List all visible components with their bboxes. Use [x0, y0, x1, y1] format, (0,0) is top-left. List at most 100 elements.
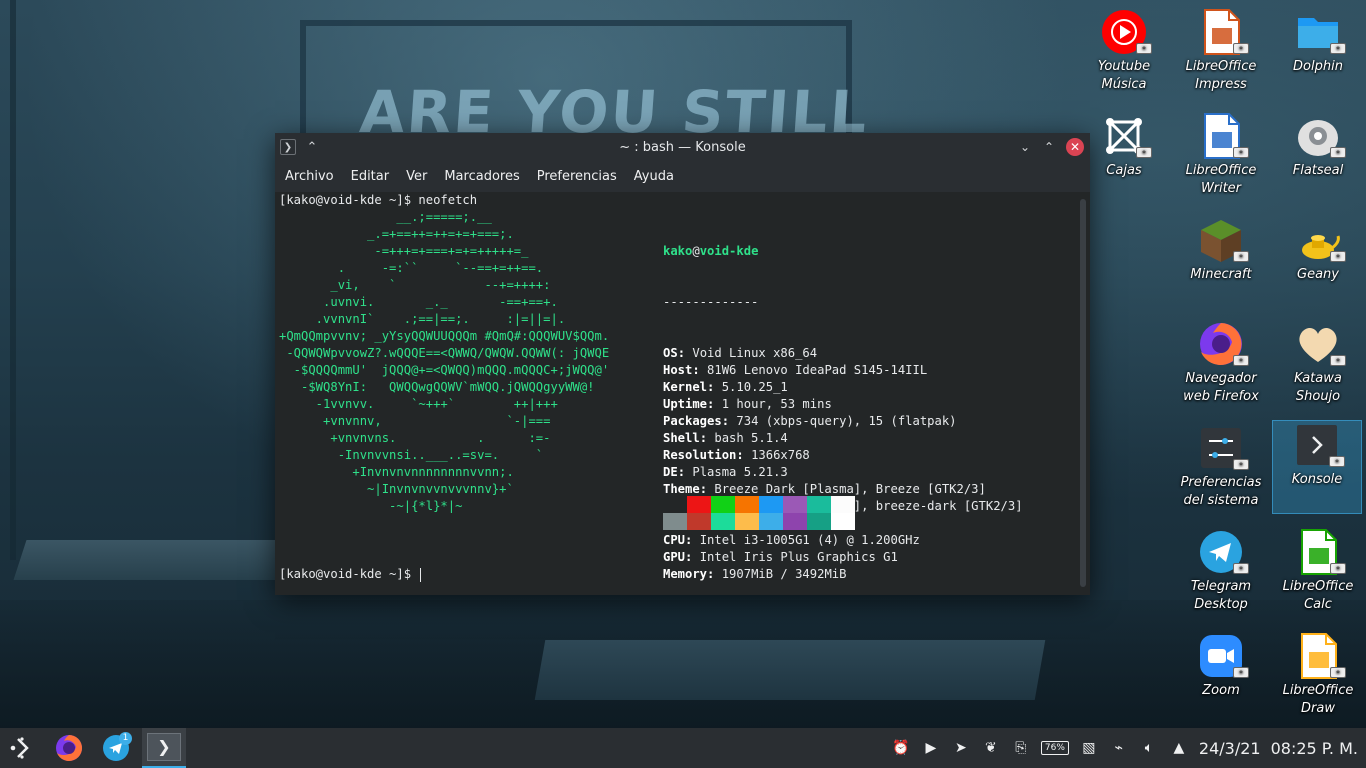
- desktop-icon-flatseal[interactable]: ⚭ Flatseal: [1275, 112, 1361, 180]
- ascii-line: -1vvnvv. `~+++` ++|+++: [279, 397, 558, 411]
- palette-swatch: [735, 513, 759, 530]
- text-cursor: [420, 567, 422, 582]
- info-line-memory: Memory: 1907MiB / 3492MiB: [663, 567, 847, 581]
- neofetch-info: kako@void-kde ------------- OS: Void Lin…: [663, 209, 1023, 617]
- ascii-line: . -=:`` `--==+=++==.: [279, 261, 544, 275]
- menu-archivo[interactable]: Archivo: [279, 169, 340, 184]
- link-emblem-icon: ⚭: [1233, 251, 1249, 262]
- clock-date[interactable]: 24/3/21: [1199, 739, 1261, 758]
- desktop-icon-cajas[interactable]: ⚭ Cajas: [1081, 112, 1167, 180]
- geany-icon: ⚭: [1294, 216, 1346, 264]
- desktop-icon-libreoffice-writer[interactable]: ⚭ LibreOffice Writer: [1178, 112, 1264, 198]
- application-launcher-button[interactable]: [0, 728, 44, 768]
- ascii-line: ~|Invnvnvvnvvvnnv}+`: [279, 482, 514, 496]
- desktop-icon-dolphin[interactable]: ⚭ Dolphin: [1275, 8, 1361, 76]
- zoom-camera-icon: ⚭: [1197, 632, 1249, 680]
- ascii-line: -~|{*l}*|~: [279, 499, 463, 513]
- desktop-icon-telegram[interactable]: ⚭ Telegram Desktop: [1178, 528, 1264, 614]
- info-line-resolution: Resolution: 1366x768: [663, 448, 810, 462]
- desktop-icon-firefox[interactable]: ⚭ Navegador web Firefox: [1178, 320, 1264, 406]
- desktop-icon-libreoffice-draw[interactable]: ⚭ LibreOffice Draw: [1275, 632, 1361, 718]
- window-titlebar[interactable]: ❯ ⌃ ~ : bash — Konsole ⌄ ⌃ ✕: [275, 133, 1090, 161]
- desktop-icon-label: LibreOffice Calc: [1282, 579, 1354, 612]
- taskbar-konsole[interactable]: ❯: [142, 728, 186, 768]
- ascii-line: +vnvnvns. . :=-: [279, 431, 551, 445]
- palette-swatch: [807, 513, 831, 530]
- kde-launcher-icon: [10, 737, 29, 759]
- desktop-icon-label: Telegram Desktop: [1190, 579, 1252, 612]
- command-prompt[interactable]: [kako@void-kde ~]$: [279, 566, 422, 583]
- desktop-icon-katawa-shoujo[interactable]: ⚭ Katawa Shoujo: [1275, 320, 1361, 406]
- menu-preferencias[interactable]: Preferencias: [531, 169, 623, 184]
- palette-swatch: [831, 513, 855, 530]
- settings-sliders-icon: ⚭: [1197, 424, 1249, 472]
- link-emblem-icon: ⚭: [1329, 456, 1345, 467]
- desktop-icon-label: Konsole: [1291, 472, 1343, 487]
- ascii-line: _vi, ` --+=++++:: [279, 278, 551, 292]
- night-light-icon[interactable]: ❦: [981, 740, 1001, 756]
- display-config-icon[interactable]: ▧: [1079, 740, 1099, 756]
- scrollbar-thumb[interactable]: [1080, 199, 1086, 587]
- desktop-icon-label: Zoom: [1202, 683, 1240, 698]
- taskbar-firefox[interactable]: [44, 728, 94, 768]
- katawa-heart-icon: ⚭: [1294, 320, 1346, 368]
- wifi-icon[interactable]: ⌁: [1109, 740, 1129, 756]
- tray-expand-icon[interactable]: ▲: [1169, 740, 1189, 756]
- flatseal-icon: ⚭: [1294, 112, 1346, 160]
- info-line-uptime: Uptime: 1 hour, 53 mins: [663, 397, 832, 411]
- dolphin-folder-icon: ⚭: [1294, 8, 1346, 56]
- ascii-line: +vnvnnv, `-|===: [279, 414, 551, 428]
- libreoffice-calc-icon: ⚭: [1294, 528, 1346, 576]
- desktop-icon-konsole[interactable]: ⚭ Konsole: [1272, 420, 1362, 514]
- link-emblem-icon: ⚭: [1136, 147, 1152, 158]
- taskbar-panel: 1 ❯ ⏰ ▶︎ ➤ ❦ ⎘ 76% ▧ ⌁ 🔈︎ ▲ 24/3/21 08:2…: [0, 728, 1366, 768]
- konsole-icon: ❯: [147, 733, 181, 761]
- taskbar-telegram[interactable]: 1: [94, 728, 138, 768]
- minimize-button[interactable]: ⌄: [1018, 140, 1032, 154]
- separator-line: -------------: [663, 295, 759, 309]
- desktop-icon-libreoffice-impress[interactable]: ⚭ LibreOffice Impress: [1178, 8, 1264, 94]
- link-emblem-icon: ⚭: [1330, 355, 1346, 366]
- ascii-line: .uvnvi. _._ -==+==+.: [279, 295, 558, 309]
- desktop-icon-libreoffice-calc[interactable]: ⚭ LibreOffice Calc: [1275, 528, 1361, 614]
- palette-swatch: [759, 513, 783, 530]
- desktop-icon-system-settings[interactable]: ⚭ Preferencias del sistema: [1178, 424, 1264, 510]
- ascii-line: -$QQQQmmU' jQQQ@+=<QWQQ)mQQQ.mQQQC+;jWQQ…: [279, 363, 610, 377]
- battery-indicator[interactable]: 76%: [1040, 741, 1069, 755]
- clipboard-icon[interactable]: ⎘: [1011, 740, 1031, 756]
- telegram-tray-icon[interactable]: ➤: [951, 740, 971, 756]
- terminal-area[interactable]: [kako@void-kde ~]$ neofetch __.;=====;._…: [275, 192, 1078, 595]
- desktop-icon-youtube-music[interactable]: ⚭ Youtube Música: [1081, 8, 1167, 94]
- firefox-icon: ⚭: [1197, 320, 1249, 368]
- menu-editar[interactable]: Editar: [345, 169, 396, 184]
- volume-icon[interactable]: 🔈︎: [1139, 740, 1159, 756]
- keep-above-icon[interactable]: ⌃: [304, 139, 320, 155]
- menu-ver[interactable]: Ver: [400, 169, 433, 184]
- alarm-clock-icon[interactable]: ⏰: [891, 740, 911, 756]
- ascii-line: -Invnvvnsi..___..=sv=. `: [279, 448, 544, 462]
- libreoffice-writer-icon: ⚭: [1197, 112, 1249, 160]
- cajas-icon: ⚭: [1100, 112, 1152, 160]
- system-tray: ⏰ ▶︎ ➤ ❦ ⎘ 76% ▧ ⌁ 🔈︎ ▲ 24/3/21 08:25 P.…: [891, 728, 1366, 768]
- media-player-icon[interactable]: ▶︎: [921, 740, 941, 756]
- desktop-icon-zoom[interactable]: ⚭ Zoom: [1178, 632, 1264, 700]
- link-emblem-icon: ⚭: [1330, 43, 1346, 54]
- clock-time[interactable]: 08:25 P. M.: [1271, 739, 1358, 758]
- maximize-button[interactable]: ⌃: [1042, 140, 1056, 154]
- palette-swatch: [783, 496, 807, 513]
- desktop-icon-label: Cajas: [1106, 163, 1142, 178]
- menu-marcadores[interactable]: Marcadores: [438, 169, 525, 184]
- konsole-app-icon[interactable]: ❯: [280, 139, 296, 155]
- link-emblem-icon: ⚭: [1330, 147, 1346, 158]
- link-emblem-icon: ⚭: [1233, 43, 1249, 54]
- link-emblem-icon: ⚭: [1233, 147, 1249, 158]
- color-palette: [663, 496, 855, 530]
- desktop-icon-geany[interactable]: ⚭ Geany: [1275, 216, 1361, 284]
- desktop-icon-label: Youtube Música: [1097, 59, 1151, 92]
- menu-ayuda[interactable]: Ayuda: [628, 169, 680, 184]
- desktop-icon-minecraft[interactable]: ⚭ Minecraft: [1178, 216, 1264, 284]
- info-line-os: OS: Void Linux x86_64: [663, 346, 818, 360]
- desktop-icon-label: Navegador web Firefox: [1183, 371, 1259, 404]
- link-emblem-icon: ⚭: [1136, 43, 1152, 54]
- info-line-kernel: Kernel: 5.10.25_1: [663, 380, 788, 394]
